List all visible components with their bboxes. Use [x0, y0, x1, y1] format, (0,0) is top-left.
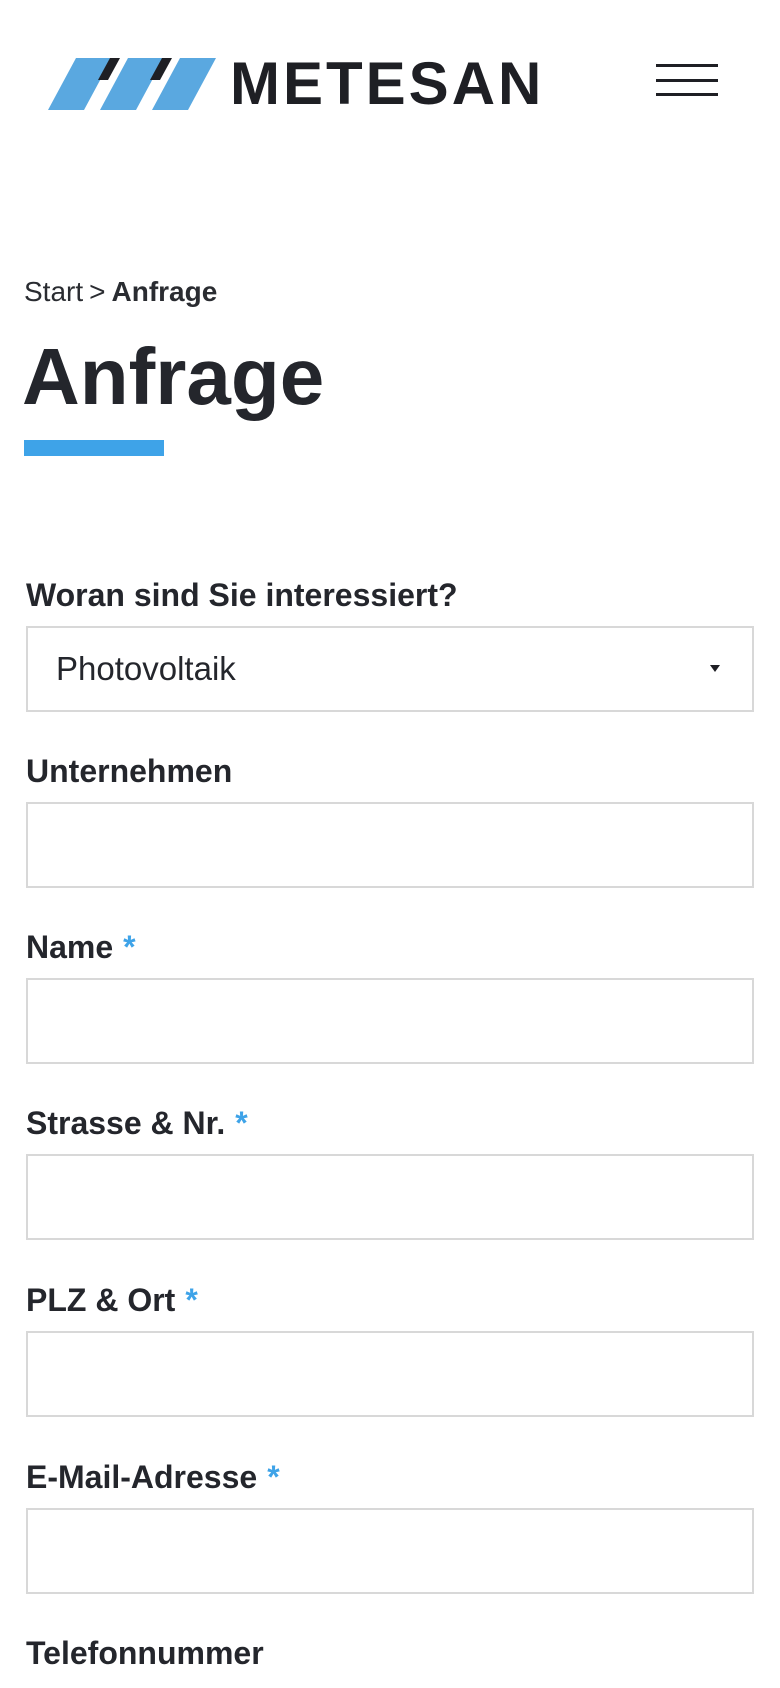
- name-input-box: [26, 978, 754, 1064]
- name-input[interactable]: [28, 980, 752, 1062]
- breadcrumb: Start > Anfrage: [24, 272, 217, 312]
- breadcrumb-separator: >: [89, 276, 106, 307]
- required-asterisk: *: [235, 1105, 248, 1141]
- email-label: E-Mail-Adresse: [26, 1459, 258, 1495]
- street-input-box: [26, 1154, 754, 1240]
- site-header: METESAN: [0, 0, 780, 160]
- email-input[interactable]: [28, 1510, 752, 1592]
- page-title: Anfrage: [22, 332, 325, 421]
- street-label: Strasse & Nr.: [26, 1105, 226, 1141]
- company-field: Unternehmen: [26, 746, 754, 888]
- menu-line: [656, 93, 718, 96]
- street-input[interactable]: [28, 1156, 752, 1238]
- required-asterisk: *: [185, 1282, 198, 1318]
- interest-field: Woran sind Sie interessiert? Photovoltai…: [26, 570, 754, 712]
- name-field: Name *: [26, 922, 754, 1064]
- brand-name: METESAN: [230, 50, 545, 117]
- hamburger-menu-icon[interactable]: [654, 58, 720, 102]
- company-input-box: [26, 802, 754, 888]
- city-input[interactable]: [28, 1333, 752, 1415]
- menu-line: [656, 64, 718, 67]
- company-input[interactable]: [28, 804, 752, 886]
- brand-logo[interactable]: METESAN: [48, 54, 544, 114]
- street-field: Strasse & Nr. *: [26, 1098, 754, 1240]
- city-input-box: [26, 1331, 754, 1417]
- interest-label: Woran sind Sie interessiert?: [26, 577, 458, 613]
- title-accent-bar: [24, 440, 164, 456]
- dropdown-arrow-icon: [710, 665, 720, 672]
- breadcrumb-current: Anfrage: [111, 276, 218, 307]
- email-field: E-Mail-Adresse *: [26, 1452, 754, 1594]
- logo-mark-icon: [48, 58, 216, 110]
- interest-selected-value: Photovoltaik: [56, 650, 236, 687]
- phone-label: Telefonnummer: [26, 1635, 264, 1671]
- menu-line: [656, 78, 718, 82]
- city-label: PLZ & Ort: [26, 1282, 176, 1318]
- phone-field: Telefonnummer: [26, 1628, 754, 1678]
- required-asterisk: *: [267, 1459, 280, 1495]
- name-label: Name: [26, 929, 114, 965]
- interest-select[interactable]: Photovoltaik: [26, 626, 754, 712]
- email-input-box: [26, 1508, 754, 1594]
- required-asterisk: *: [123, 929, 136, 965]
- city-field: PLZ & Ort *: [26, 1275, 754, 1417]
- company-label: Unternehmen: [26, 753, 233, 789]
- breadcrumb-home-link[interactable]: Start: [24, 276, 83, 307]
